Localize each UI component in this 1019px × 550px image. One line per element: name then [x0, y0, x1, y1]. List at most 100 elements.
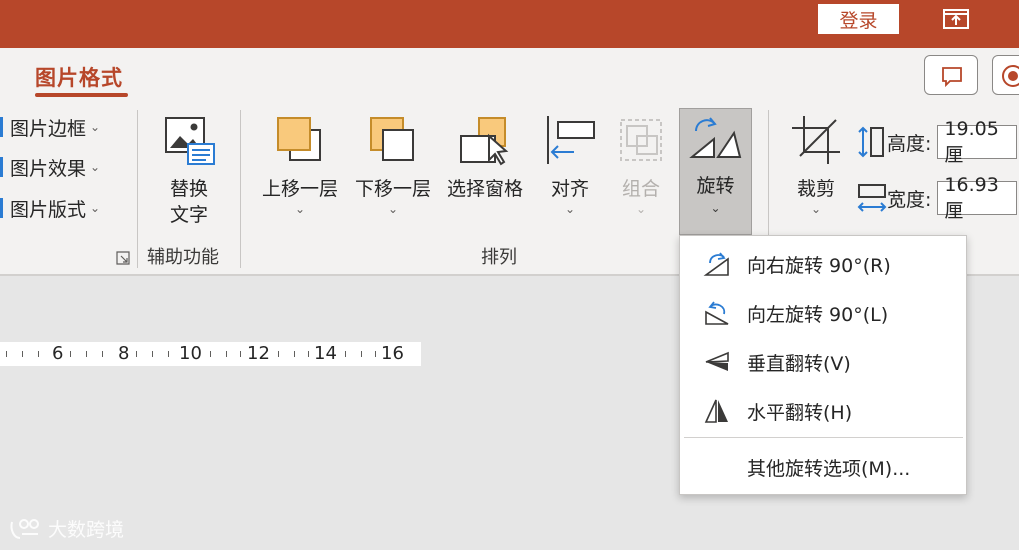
tab-picture-format[interactable]: 图片格式 [35, 62, 123, 92]
rotate-button[interactable]: 旋转 ⌄ [679, 108, 752, 235]
height-label: 高度: [887, 132, 932, 155]
width-row: 宽度: 16.93 厘 [857, 174, 1018, 222]
ruler-label: 14 [314, 343, 337, 364]
ruler-tick [294, 351, 295, 357]
login-button[interactable]: 登录 [818, 4, 899, 34]
group-divider [240, 110, 241, 268]
watermark-logo-icon [10, 518, 39, 539]
flip-vertical-icon [705, 351, 729, 371]
menu-item-more-rotation-options[interactable]: 其他旋转选项(M)... [680, 447, 966, 487]
menu-item-flip-horizontal[interactable]: 水平翻转(H) [680, 391, 966, 431]
alt-text-label-line1: 替换 [169, 178, 208, 200]
width-label: 宽度: [887, 188, 932, 211]
menu-item-label: 向右旋转 90°(R) [747, 254, 891, 277]
tab-active-indicator [35, 93, 128, 97]
ruler-tick [361, 351, 362, 357]
crop-label: 裁剪 [796, 178, 835, 200]
watermark-text: 大数跨境 [48, 519, 125, 541]
ruler-tick [240, 351, 241, 357]
record-icon [1002, 65, 1019, 87]
bring-forward-button[interactable]: 上移一层 ⌄ [256, 114, 344, 224]
comments-button[interactable] [924, 55, 978, 95]
width-input[interactable]: 16.93 厘 [937, 174, 1018, 222]
rotate-menu: 向右旋转 90°(R) 向左旋转 90°(L) 垂直翻转(V) 水平翻转(H) … [679, 235, 967, 495]
chevron-down-icon: ⌄ [710, 201, 721, 215]
chevron-down-icon: ⌄ [294, 202, 306, 216]
ruler-tick [102, 351, 103, 357]
align-button[interactable]: 对齐 ⌄ [540, 114, 600, 224]
title-bar: 登录 [0, 0, 1019, 48]
ruler-label: 6 [52, 343, 64, 364]
menu-separator [684, 437, 963, 438]
width-icon [857, 184, 887, 212]
comment-icon [942, 67, 962, 88]
send-backward-label: 下移一层 [354, 178, 431, 200]
menu-item-rotate-left[interactable]: 向左旋转 90°(L) [680, 293, 966, 333]
ruler-tick [168, 351, 169, 357]
ruler-label: 16 [381, 343, 404, 364]
menu-item-label: 水平翻转(H) [747, 401, 853, 424]
chevron-down-icon: ⌄ [90, 120, 101, 134]
menu-item-label: 垂直翻转(V) [747, 352, 851, 375]
dialog-launcher-icon[interactable] [116, 251, 130, 265]
crop-button[interactable]: 裁剪 ⌄ [784, 114, 848, 224]
ruler-tick [136, 351, 137, 357]
share-icon[interactable] [942, 8, 970, 30]
selection-pane-button[interactable]: 选择窗格 [441, 114, 529, 224]
group-divider [137, 110, 138, 268]
watermark: 大数跨境 [8, 515, 124, 542]
ruler-tick [210, 351, 211, 357]
menu-item-label: 其他旋转选项(M)... [747, 457, 911, 480]
alt-text-button[interactable]: 替换 文字 [148, 116, 230, 226]
group-label-arrange: 排列 [481, 247, 517, 268]
ruler-tick [70, 351, 71, 357]
group-button[interactable]: 组合 ⌄ [610, 114, 672, 224]
ruler-tick [6, 351, 7, 357]
rotate-label: 旋转 [696, 175, 735, 197]
ruler-tick [86, 351, 87, 357]
alt-text-label-line2: 文字 [169, 204, 208, 226]
picture-effects-button[interactable]: 图片效果 ⌄ [0, 153, 100, 181]
rotate-left-icon [705, 301, 729, 325]
ruler-tick [38, 351, 39, 357]
crop-icon [792, 116, 840, 164]
chevron-down-icon: ⌄ [387, 202, 399, 216]
chevron-down-icon: ⌄ [810, 202, 822, 216]
picture-border-button[interactable]: 图片边框 ⌄ [0, 113, 100, 141]
send-backward-icon [370, 117, 414, 161]
menu-item-rotate-right[interactable]: 向右旋转 90°(R) [680, 244, 966, 284]
alt-text-icon [165, 117, 215, 165]
rotate-icon [689, 117, 742, 158]
height-icon [858, 126, 884, 158]
chevron-down-icon: ⌄ [635, 202, 647, 216]
picture-layout-button[interactable]: 图片版式 ⌄ [0, 194, 100, 222]
menu-item-flip-vertical[interactable]: 垂直翻转(V) [680, 342, 966, 382]
ruler-tick [278, 351, 279, 357]
chevron-down-icon: ⌄ [90, 160, 101, 174]
chevron-down-icon: ⌄ [90, 201, 101, 215]
group-label: 组合 [621, 178, 660, 200]
ruler-label: 8 [118, 343, 130, 364]
group-label-accessibility: 辅助功能 [147, 247, 219, 268]
picture-layout-icon [0, 198, 3, 218]
group-objects-icon [620, 119, 662, 161]
selection-pane-icon [460, 117, 509, 166]
horizontal-ruler: 6 8 10 12 14 16 [0, 342, 421, 366]
ruler-tick [375, 351, 376, 357]
chevron-down-icon: ⌄ [564, 202, 576, 216]
height-input[interactable]: 19.05 厘 [937, 118, 1018, 166]
ruler-tick [152, 351, 153, 357]
flip-horizontal-icon [704, 399, 728, 423]
send-backward-button[interactable]: 下移一层 ⌄ [349, 114, 437, 224]
ruler-tick [308, 351, 309, 357]
ruler-tick [226, 351, 227, 357]
ruler-label: 12 [247, 343, 270, 364]
bring-forward-label: 上移一层 [261, 178, 338, 200]
selection-pane-label: 选择窗格 [446, 178, 523, 200]
record-button[interactable] [992, 55, 1019, 95]
ruler-label: 10 [179, 343, 202, 364]
align-icon [547, 116, 595, 164]
align-label: 对齐 [550, 178, 589, 200]
picture-border-icon [0, 117, 3, 137]
bring-forward-icon [277, 117, 321, 161]
